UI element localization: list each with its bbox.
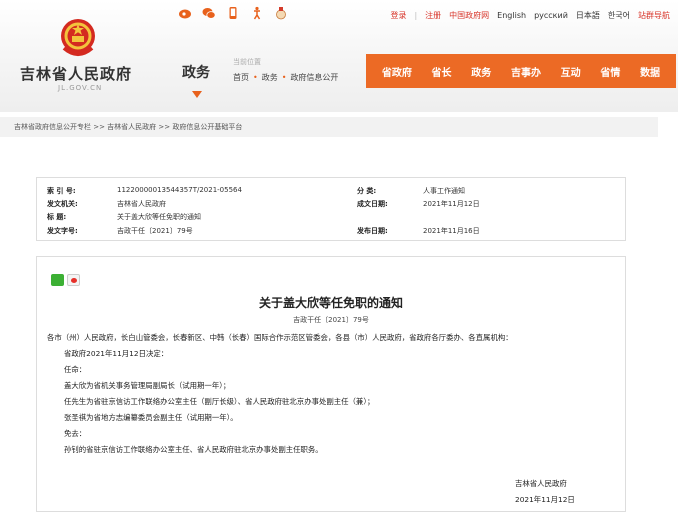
weixin-icon[interactable] [202, 6, 216, 20]
nav-item-government[interactable]: 省政府 [382, 64, 412, 79]
meta-date-value: 2021年11月12日 [423, 200, 480, 208]
meta-issuer-value: 吉林省人民政府 [117, 200, 166, 208]
nav-item-services[interactable]: 吉事办 [511, 64, 541, 79]
mascot-icon[interactable] [274, 6, 288, 20]
meta-title-label: 标 题: [47, 213, 67, 221]
section-arrow-icon [192, 91, 202, 98]
dot-separator: • [281, 73, 287, 82]
article-paragraph: 盖大欣为省机关事务管理局副局长（试用期一年）； [64, 381, 231, 390]
english-link[interactable]: English [497, 11, 526, 20]
signature-date: 2021年11月12日 [515, 495, 575, 504]
russian-link[interactable]: русский [534, 11, 568, 20]
meta-issuer-label: 发文机关: [47, 200, 78, 208]
article-paragraph: 任命： [64, 365, 87, 374]
nav-item-governor[interactable]: 省长 [432, 64, 452, 79]
nav-item-province[interactable]: 省情 [600, 64, 620, 79]
site-group-link[interactable]: 站群导航 [638, 10, 670, 21]
article-doc-number: 吉政干任〔2021〕79号 [293, 316, 369, 324]
meta-index-value: 11220000013544357T/2021-05564 [117, 186, 242, 194]
article-paragraph: 免去： [64, 429, 87, 438]
japanese-link[interactable]: 日本語 [576, 10, 600, 21]
gov-cn-link[interactable]: 中国政府网 [449, 10, 489, 21]
share-icons [51, 274, 80, 286]
dot-separator: • [253, 73, 258, 82]
meta-pub-value: 2021年11月16日 [423, 227, 480, 235]
article-paragraph: 各市（州）人民政府，长白山管委会，长春新区、中韩（长春）国际合作示范区管委会，各… [47, 333, 513, 342]
location-path: 首页 • 政务 • 政府信息公开 [233, 72, 338, 83]
location-label: 当前位置 [233, 58, 261, 66]
wechat-share-icon[interactable] [51, 274, 64, 286]
site-header: 登录 | 注册 中国政府网 English русский 日本語 한국어 站群… [0, 0, 678, 112]
nav-item-affairs[interactable]: 政务 [471, 64, 491, 79]
social-links [178, 6, 288, 20]
korean-link[interactable]: 한국어 [608, 10, 630, 21]
article-title: 关于盖大欣等任免职的通知 [258, 296, 403, 310]
breadcrumb[interactable]: 吉林省政府信息公开专栏 >> 吉林省人民政府 >> 政府信息公开基础平台 [0, 117, 658, 137]
location-info-link[interactable]: 政府信息公开 [290, 73, 338, 82]
meta-pub-label: 发布日期: [357, 227, 388, 235]
article-paragraph: 张圣祺为省地方志编纂委员会副主任（试用期一年）。 [64, 413, 238, 422]
register-link[interactable]: 注册 [425, 10, 441, 21]
separator: | [414, 11, 418, 20]
weibo-share-icon[interactable] [67, 274, 80, 286]
mobile-icon[interactable] [226, 6, 240, 20]
national-emblem-icon [58, 16, 98, 58]
meta-index-label: 索 引 号: [47, 187, 76, 195]
top-links: 登录 | 注册 中国政府网 English русский 日本語 한국어 站群… [390, 10, 670, 21]
location-home-link[interactable]: 首页 [233, 73, 249, 82]
accessibility-icon[interactable] [250, 6, 264, 20]
site-title[interactable]: 吉林省人民政府 [20, 63, 132, 84]
meta-date-label: 成文日期: [357, 200, 388, 208]
meta-category-label: 分 类: [357, 187, 377, 195]
login-link[interactable]: 登录 [390, 10, 406, 21]
meta-doc-value: 吉政干任〔2021〕79号 [117, 227, 193, 235]
signature-org: 吉林省人民政府 [515, 479, 567, 488]
meta-doc-label: 发文字号: [47, 227, 78, 235]
nav-item-interaction[interactable]: 互动 [561, 64, 581, 79]
site-domain: JL.GOV.CN [58, 84, 103, 92]
main-nav: 省政府 省长 政务 吉事办 互动 省情 数据 [366, 54, 676, 88]
meta-title-value: 关于盖大欣等任免职的通知 [117, 213, 201, 221]
nav-item-data[interactable]: 数据 [640, 64, 660, 79]
section-title: 政务 [182, 65, 210, 81]
location-gov-link[interactable]: 政务 [262, 73, 278, 82]
article-paragraph: 任先生为省驻京信访工作联络办公室主任（副厅长级）、省人民政府驻北京办事处副主任（… [64, 397, 375, 406]
top-bar: 登录 | 注册 中国政府网 English русский 日本語 한국어 站群… [0, 4, 678, 24]
weibo-icon[interactable] [178, 6, 192, 20]
article-paragraph: 省政府2021年11月12日决定： [64, 349, 169, 358]
document-meta-table: 索 引 号: 11220000013544357T/2021-05564 分 类… [36, 177, 626, 241]
meta-category-value: 人事工作通知 [423, 187, 465, 195]
article-body: 关于盖大欣等任免职的通知 吉政干任〔2021〕79号 各市（州）人民政府，长白山… [36, 256, 626, 512]
article-paragraph: 孙钊的省驻京信访工作联络办公室主任、省人民政府驻北京办事处副主任职务。 [64, 445, 323, 454]
